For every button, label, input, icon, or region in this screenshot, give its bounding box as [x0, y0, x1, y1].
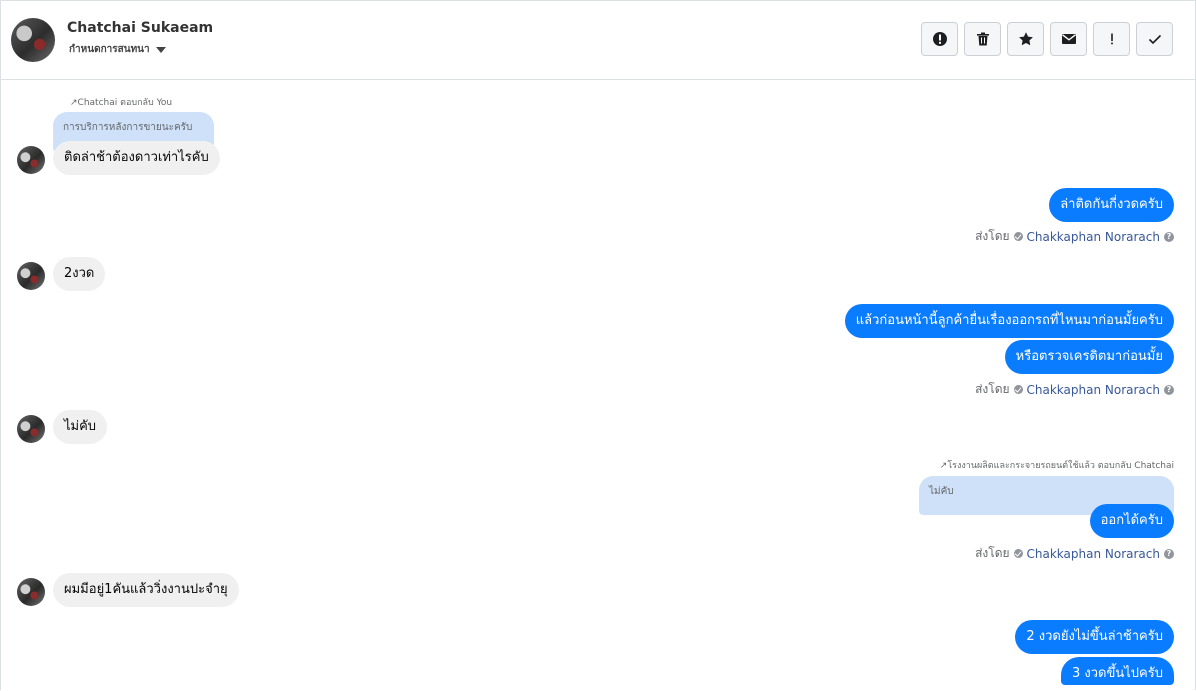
sent-by-label: ส่งโดย — [975, 546, 1010, 560]
sent-by-line: ส่งโดย Chakkaphan Norarach ? — [975, 380, 1174, 399]
help-icon[interactable]: ? — [1164, 231, 1174, 242]
sent-by-label: ส่งโดย — [975, 382, 1010, 396]
trash-icon — [976, 32, 989, 46]
contact-avatar-small[interactable] — [17, 415, 45, 443]
outgoing-message[interactable]: แล้วก่อนหน้านี้ลูกค้ายื่นเรื่องออกรถที่ไ… — [844, 304, 1174, 338]
contact-avatar-small[interactable] — [17, 578, 45, 606]
delete-button[interactable] — [964, 22, 1001, 56]
mark-done-button[interactable] — [1136, 22, 1173, 56]
contact-avatar[interactable] — [11, 18, 55, 62]
verified-icon — [1013, 232, 1023, 241]
outgoing-message[interactable]: ล่าติดกันกี่งวดครับ — [1049, 188, 1174, 222]
mark-unread-button[interactable] — [1050, 22, 1087, 56]
help-icon[interactable]: ? — [1164, 548, 1174, 559]
reply-note: ↗Chatchai ตอบกลับ You — [70, 98, 173, 108]
mark-spam-button[interactable] — [921, 22, 958, 56]
verified-icon — [1013, 385, 1023, 394]
contact-avatar-small[interactable] — [17, 262, 45, 290]
help-icon[interactable]: ? — [1164, 384, 1174, 395]
star-button[interactable] — [1007, 22, 1044, 56]
incoming-message[interactable]: 2งวด — [53, 257, 106, 291]
outgoing-message[interactable]: ออกได้ครับ — [1089, 504, 1174, 538]
conversation-status-dropdown[interactable]: กำหนดการสนทนา — [69, 42, 166, 57]
conversation-status-label: กำหนดการสนทนา — [69, 44, 150, 55]
contact-name[interactable]: Chatchai Sukaeam — [67, 20, 213, 36]
outgoing-message[interactable]: หรือตรวจเครดิตมาก่อนมั้ย — [1004, 340, 1174, 374]
conversation-toolbar — [921, 22, 1173, 56]
reply-note: ↗โรงงานผลิตและกระจายรถยนต์ใช้แล้ว ตอบกลั… — [939, 461, 1174, 471]
follow-up-button[interactable] — [1093, 22, 1130, 56]
incoming-message[interactable]: ผมมีอยู่1คันแล้ววิ่งงานปะจำยุ — [53, 573, 239, 607]
sent-by-agent[interactable]: Chakkaphan Norarach — [1027, 230, 1160, 244]
sent-by-agent[interactable]: Chakkaphan Norarach — [1027, 383, 1160, 397]
conversation-header: Chatchai Sukaeam กำหนดการสนทนา — [1, 1, 1195, 80]
caret-down-icon — [155, 46, 166, 53]
sent-by-line: ส่งโดย Chakkaphan Norarach ? — [975, 544, 1174, 563]
check-icon — [1148, 34, 1161, 45]
mail-icon — [1061, 34, 1076, 44]
sent-by-agent[interactable]: Chakkaphan Norarach — [1027, 547, 1160, 561]
outgoing-message[interactable]: 3 งวดขึ้นไปครับ — [1061, 657, 1174, 685]
alert-circle-icon — [932, 32, 947, 46]
star-icon — [1018, 32, 1033, 46]
outgoing-message[interactable]: 2 งวดยังไม่ขึ้นล่าช้าครับ — [1015, 620, 1174, 654]
contact-avatar-small[interactable] — [17, 146, 45, 174]
sent-by-label: ส่งโดย — [975, 229, 1010, 243]
incoming-message[interactable]: ไม่คับ — [53, 410, 108, 444]
incoming-message[interactable]: ติดล่าช้าต้องดาวเท่าไรคับ — [53, 141, 220, 175]
verified-icon — [1013, 549, 1023, 558]
sent-by-line: ส่งโดย Chakkaphan Norarach ? — [975, 227, 1174, 246]
exclamation-icon — [1110, 33, 1113, 45]
